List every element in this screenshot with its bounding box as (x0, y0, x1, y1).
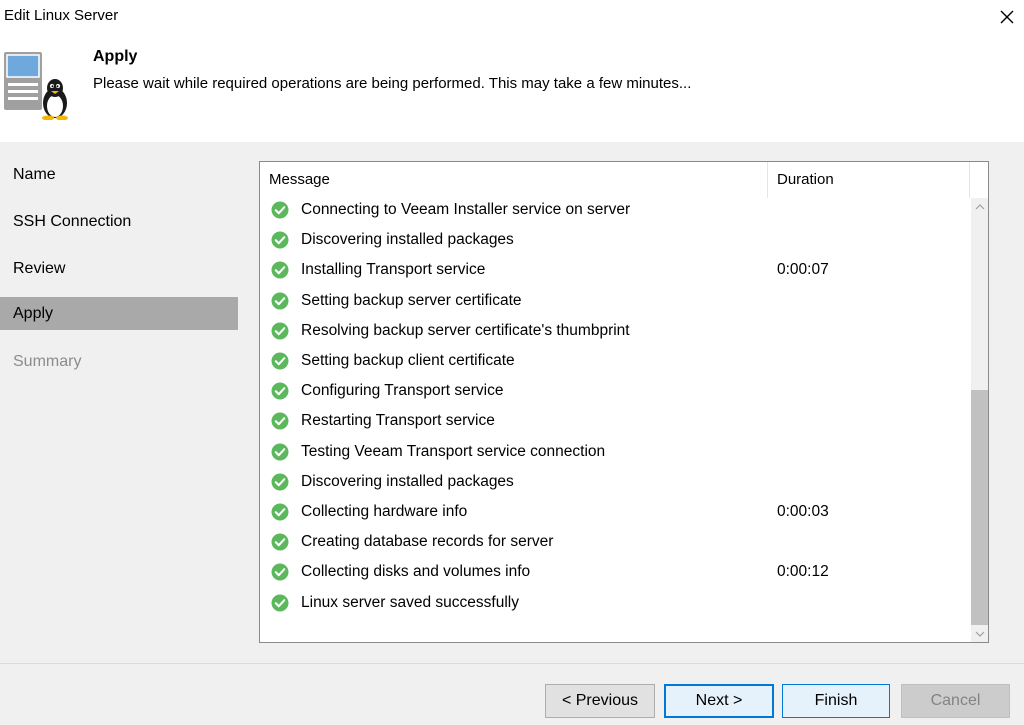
success-check-icon (271, 594, 289, 612)
scroll-up-button[interactable] (971, 198, 988, 215)
log-row[interactable]: Setting backup server certificate (260, 286, 982, 316)
log-message: Configuring Transport service (301, 382, 504, 400)
log-row[interactable]: Restarting Transport service (260, 406, 982, 436)
operations-log-list[interactable]: Message Duration Connecting to Veeam Ins… (259, 161, 989, 643)
cancel-button: Cancel (901, 684, 1010, 718)
success-check-icon (271, 412, 289, 430)
previous-button[interactable]: < Previous (545, 684, 655, 718)
chevron-up-icon (975, 203, 984, 209)
log-row[interactable]: Discovering installed packages (260, 225, 982, 255)
log-message: Resolving backup server certificate's th… (301, 321, 630, 339)
log-duration: 0:00:12 (777, 563, 829, 581)
log-message: Linux server saved successfully (301, 593, 519, 611)
log-message: Setting backup server certificate (301, 291, 522, 309)
list-header: Message Duration (260, 162, 988, 198)
close-icon (1000, 10, 1014, 24)
nav-item-ssh-connection[interactable]: SSH Connection (0, 205, 238, 238)
column-header-message[interactable]: Message (260, 162, 768, 198)
page-subtitle: Please wait while required operations ar… (93, 75, 692, 92)
log-row[interactable]: Setting backup client certificate (260, 346, 982, 376)
success-check-icon (271, 503, 289, 521)
success-check-icon (271, 382, 289, 400)
log-row[interactable]: Installing Transport service 0:00:07 (260, 255, 982, 285)
nav-item-review[interactable]: Review (0, 252, 238, 285)
wizard-footer: < Previous Next > Finish Cancel (0, 663, 1024, 725)
log-message: Setting backup client certificate (301, 352, 515, 369)
log-row[interactable]: Creating database records for server (260, 527, 982, 557)
nav-item-summary: Summary (13, 353, 82, 370)
log-message: Installing Transport service (301, 261, 486, 279)
log-duration: 0:00:03 (777, 503, 829, 520)
log-message: Collecting disks and volumes info (301, 563, 531, 581)
log-message: Discovering installed packages (301, 231, 514, 249)
log-row[interactable]: Resolving backup server certificate's th… (260, 316, 982, 346)
success-check-icon (271, 322, 289, 340)
vertical-scrollbar[interactable] (971, 198, 988, 642)
wizard-header: Apply Please wait while required operati… (0, 34, 1024, 142)
log-row[interactable]: Configuring Transport service (260, 376, 982, 406)
log-message: Collecting hardware info (301, 503, 468, 520)
success-check-icon (271, 231, 289, 249)
nav-item-apply[interactable]: Apply (0, 297, 238, 330)
wizard-steps-nav: Name SSH Connection Review Apply Summary (0, 142, 240, 663)
success-check-icon (271, 201, 289, 219)
success-check-icon (271, 261, 289, 279)
success-check-icon (271, 352, 289, 370)
log-row[interactable]: Collecting disks and volumes info 0:00:12 (260, 557, 982, 587)
log-row[interactable]: Testing Veeam Transport service connecti… (260, 437, 982, 467)
scrollbar-thumb[interactable] (971, 390, 988, 625)
scroll-down-button[interactable] (971, 625, 988, 642)
title-bar: Edit Linux Server (0, 0, 1024, 34)
finish-button[interactable]: Finish (782, 684, 890, 718)
next-button[interactable]: Next > (664, 684, 774, 718)
log-duration: 0:00:07 (777, 261, 829, 279)
linux-server-icon (2, 48, 74, 121)
success-check-icon (271, 292, 289, 310)
success-check-icon (271, 473, 289, 491)
log-message: Restarting Transport service (301, 412, 495, 430)
log-row[interactable]: Collecting hardware info 0:00:03 (260, 497, 982, 527)
log-message: Creating database records for server (301, 533, 554, 551)
window-title: Edit Linux Server (4, 7, 119, 24)
column-header-duration[interactable]: Duration (768, 162, 970, 198)
log-row[interactable]: Connecting to Veeam Installer service on… (260, 195, 982, 225)
chevron-down-icon (975, 631, 984, 637)
content-panel: Message Duration Connecting to Veeam Ins… (240, 142, 1024, 663)
success-check-icon (271, 443, 289, 461)
log-message: Testing Veeam Transport service connecti… (301, 442, 606, 460)
log-row[interactable]: Discovering installed packages (260, 467, 982, 497)
success-check-icon (271, 533, 289, 551)
page-title: Apply (93, 48, 138, 65)
nav-item-name[interactable]: Name (0, 158, 238, 191)
log-message: Connecting to Veeam Installer service on… (301, 201, 631, 218)
close-button[interactable] (990, 0, 1024, 34)
log-row[interactable]: Linux server saved successfully (260, 588, 982, 618)
log-message: Discovering installed packages (301, 472, 514, 490)
success-check-icon (271, 563, 289, 581)
